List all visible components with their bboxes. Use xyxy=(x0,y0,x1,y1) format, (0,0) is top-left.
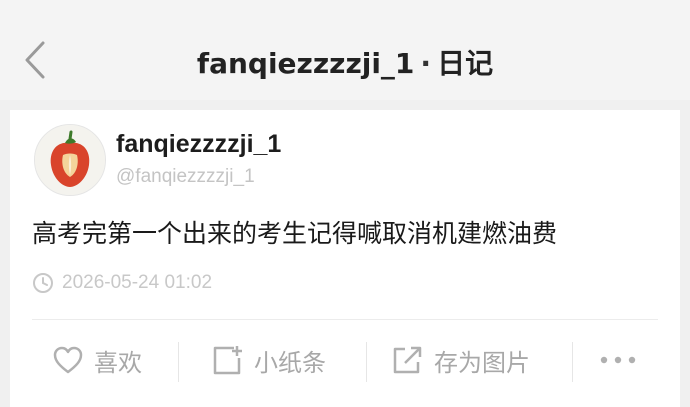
top-nav-bar: fanqiezzzzji_1 · 日记 xyxy=(0,0,690,100)
pepper-avatar-image xyxy=(35,125,105,195)
avatar[interactable] xyxy=(34,124,106,196)
diary-post-card: fanqiezzzzji_1 @fanqiezzzzji_1 高考完第一个出来的… xyxy=(10,110,680,407)
timestamp-text: 2026-05-24 01:02 xyxy=(62,272,213,293)
like-label: 喜欢 xyxy=(94,348,142,377)
note-button[interactable]: 小纸条 xyxy=(210,340,326,380)
post-timestamp: 2026-05-24 01:02 xyxy=(32,270,212,296)
share-icon xyxy=(393,346,422,374)
more-dots-icon xyxy=(600,356,636,364)
author-username[interactable]: fanqiezzzzji_1 xyxy=(116,130,281,159)
like-button[interactable]: 喜欢 xyxy=(52,340,142,380)
note-label: 小纸条 xyxy=(254,348,326,377)
page-title-separator: · xyxy=(420,47,432,80)
post-content: 高考完第一个出来的考生记得喊取消机建燃油费 xyxy=(32,219,558,248)
action-separator xyxy=(572,342,573,382)
heart-icon xyxy=(53,346,83,374)
save-image-button[interactable]: 存为图片 xyxy=(390,340,530,380)
page-title-section: 日记 xyxy=(437,47,494,80)
author-handle: @fanqiezzzzji_1 xyxy=(116,166,255,187)
note-add-icon xyxy=(213,346,242,375)
action-separator xyxy=(366,342,367,382)
action-bar: 喜欢 小纸条 存为图片 xyxy=(10,320,680,407)
clock-icon xyxy=(33,273,53,293)
save-image-label: 存为图片 xyxy=(434,348,530,377)
page-title: fanqiezzzzji_1 · 日记 xyxy=(0,42,690,82)
more-button[interactable] xyxy=(598,340,648,380)
action-separator xyxy=(178,342,179,382)
page-title-name: fanqiezzzzji_1 xyxy=(196,47,415,80)
